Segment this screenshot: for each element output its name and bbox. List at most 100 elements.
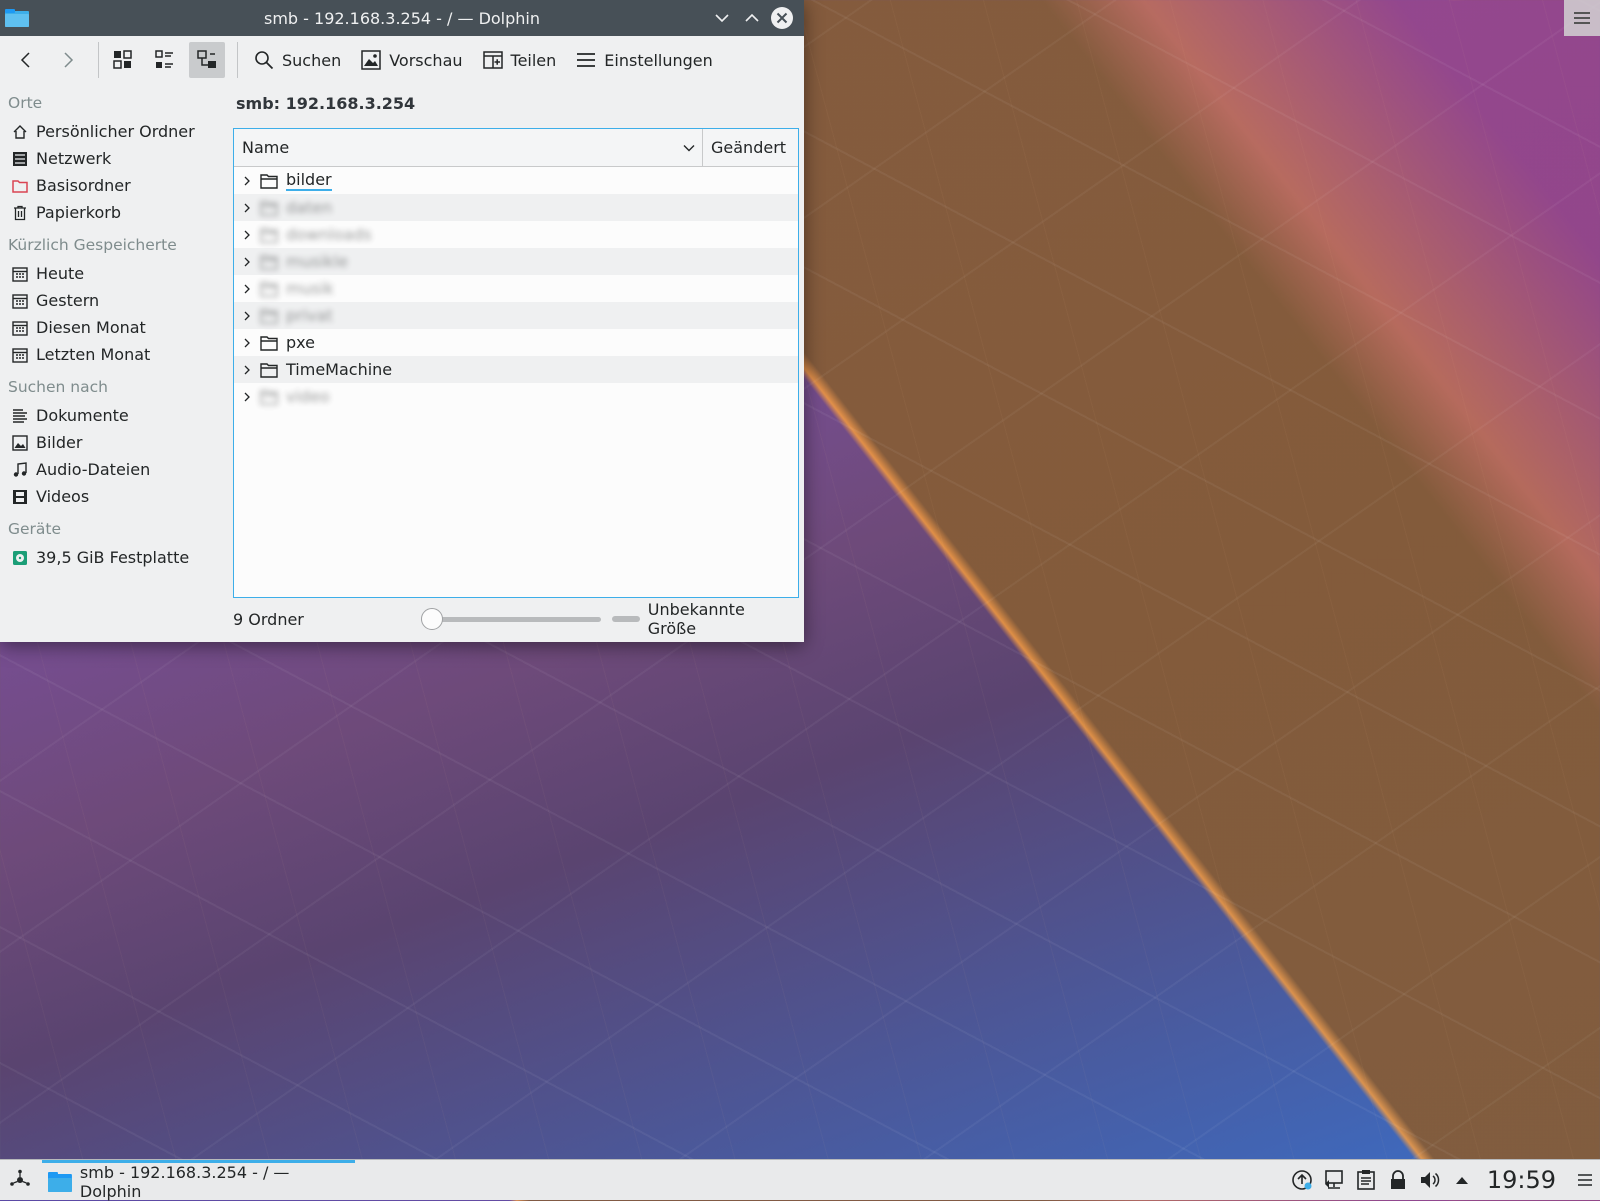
panel-menu-button[interactable] <box>1570 1160 1600 1200</box>
folder-icon <box>260 200 278 216</box>
network-icon <box>13 151 27 166</box>
preview-button[interactable]: Vorschau <box>351 42 472 78</box>
main-toolbar: Suchen Vorschau Teilen Einstellungen <box>0 36 804 84</box>
search-button[interactable]: Suchen <box>244 42 351 78</box>
sidebar-item-label: Persönlicher Ordner <box>36 122 195 141</box>
system-tray: 19:59 <box>1285 1160 1600 1200</box>
expand-chevron-icon[interactable] <box>234 391 260 403</box>
forward-button[interactable] <box>50 42 86 78</box>
minimize-button[interactable] <box>710 6 734 30</box>
sidebar-item-trash[interactable]: Papierkorb <box>0 199 228 226</box>
file-name: musik <box>286 279 334 298</box>
expand-chevron-icon[interactable] <box>234 310 260 322</box>
sidebar-item-audio[interactable]: Audio-Dateien <box>0 456 228 483</box>
sidebar-item-today[interactable]: Heute <box>0 260 228 287</box>
updates-tray-button[interactable] <box>1287 1160 1317 1200</box>
folder-icon <box>260 227 278 243</box>
maximize-button[interactable] <box>740 6 764 30</box>
split-view-icon <box>482 51 503 69</box>
sidebar-item-yesterday[interactable]: Gestern <box>0 287 228 314</box>
free-space-bar <box>611 616 640 622</box>
sidebar-item-images[interactable]: Bilder <box>0 429 228 456</box>
menu-icon <box>1574 12 1590 24</box>
file-name: musikle <box>286 252 349 271</box>
back-button[interactable] <box>8 42 44 78</box>
table-row[interactable]: musikle <box>234 248 798 275</box>
lock-tray-button[interactable] <box>1383 1160 1413 1200</box>
document-icon <box>13 408 27 423</box>
sidebar-item-label: Papierkorb <box>36 203 121 222</box>
file-name: daten <box>286 198 333 217</box>
expand-chevron-icon[interactable] <box>234 337 260 349</box>
clipboard-tray-button[interactable] <box>1351 1160 1381 1200</box>
folder-icon <box>260 173 278 189</box>
settings-button[interactable]: Einstellungen <box>566 42 722 78</box>
sidebar-item-root[interactable]: Basisordner <box>0 172 228 199</box>
changed-column-header[interactable]: Geändert <box>703 129 798 166</box>
sidebar-item-documents[interactable]: Dokumente <box>0 402 228 429</box>
dolphin-window: smb - 192.168.3.254 - / — Dolphin Suchen… <box>0 0 804 642</box>
taskbar-task-dolphin[interactable]: smb - 192.168.3.254 - / — Dolphin <box>42 1160 355 1201</box>
lock-icon <box>1390 1170 1405 1189</box>
title-bar[interactable]: smb - 192.168.3.254 - / — Dolphin <box>0 0 804 36</box>
devices-heading: Geräte <box>8 520 62 538</box>
folder-icon <box>260 308 278 324</box>
details-view-button[interactable] <box>189 42 225 78</box>
name-column-header[interactable]: Name <box>234 129 703 166</box>
triangle-up-icon <box>1455 1177 1468 1184</box>
close-icon <box>771 7 793 29</box>
task-title: smb - 192.168.3.254 - / — Dolphin <box>79 1162 290 1201</box>
video-icon <box>13 489 27 504</box>
expand-chevron-icon[interactable] <box>234 283 260 295</box>
application-launcher-button[interactable] <box>0 1160 40 1200</box>
table-row[interactable]: pxe <box>234 329 798 356</box>
sidebar-item-label: Netzwerk <box>36 149 112 168</box>
table-row[interactable]: musik <box>234 275 798 302</box>
sidebar-item-this-month[interactable]: Diesen Monat <box>0 314 228 341</box>
home-icon <box>13 124 27 139</box>
location-breadcrumb[interactable]: smb: 192.168.3.254 <box>236 94 415 113</box>
plasma-launcher-icon <box>10 1169 30 1186</box>
preview-icon <box>361 50 381 70</box>
table-row[interactable]: daten <box>234 194 798 221</box>
expand-chevron-icon[interactable] <box>234 229 260 241</box>
volume-tray-button[interactable] <box>1415 1160 1445 1200</box>
sidebar-item-label: Heute <box>36 264 85 283</box>
sidebar-item-home[interactable]: Persönlicher Ordner <box>0 118 228 145</box>
icons-view-button[interactable] <box>105 42 141 78</box>
compact-view-button[interactable] <box>147 42 183 78</box>
sidebar-item-label: Dokumente <box>36 406 129 425</box>
close-button[interactable] <box>770 6 794 30</box>
digital-clock[interactable]: 19:59 <box>1487 1166 1556 1194</box>
column-header: Name Geändert <box>234 129 798 167</box>
toolbar-separator <box>98 42 99 78</box>
chevron-up-icon <box>745 13 759 22</box>
expand-chevron-icon[interactable] <box>234 364 260 376</box>
table-row[interactable]: bilder <box>234 167 798 194</box>
taskbar-panel: smb - 192.168.3.254 - / — Dolphin 19:59 <box>0 1159 1600 1201</box>
sidebar-item-harddisk[interactable]: 39,5 GiB Festplatte <box>0 544 228 571</box>
folder-app-icon <box>5 9 29 27</box>
file-view[interactable]: Name Geändert bilder daten downloads musikl… <box>233 128 799 598</box>
expand-chevron-icon[interactable] <box>234 202 260 214</box>
file-name: privat <box>286 306 333 325</box>
zoom-slider[interactable] <box>421 608 602 630</box>
clipboard-icon <box>1357 1170 1375 1190</box>
sidebar-item-network[interactable]: Netzwerk <box>0 145 228 172</box>
zoom-slider-handle[interactable] <box>421 608 444 630</box>
table-row[interactable]: downloads <box>234 221 798 248</box>
split-button[interactable]: Teilen <box>473 42 567 78</box>
sidebar-item-videos[interactable]: Videos <box>0 483 228 510</box>
desktop-toolbox-button[interactable] <box>1564 0 1600 36</box>
table-row[interactable]: TimeMachine <box>234 356 798 383</box>
expand-chevron-icon[interactable] <box>234 256 260 268</box>
tray-expander-button[interactable] <box>1447 1160 1477 1200</box>
folder-icon <box>260 254 278 270</box>
calendar-icon <box>12 266 28 282</box>
settings-button-label: Einstellungen <box>604 50 713 70</box>
sidebar-item-last-month[interactable]: Letzten Monat <box>0 341 228 368</box>
table-row[interactable]: privat <box>234 302 798 329</box>
table-row[interactable]: video <box>234 383 798 410</box>
network-tray-button[interactable] <box>1319 1160 1349 1200</box>
expand-chevron-icon[interactable] <box>234 175 260 187</box>
